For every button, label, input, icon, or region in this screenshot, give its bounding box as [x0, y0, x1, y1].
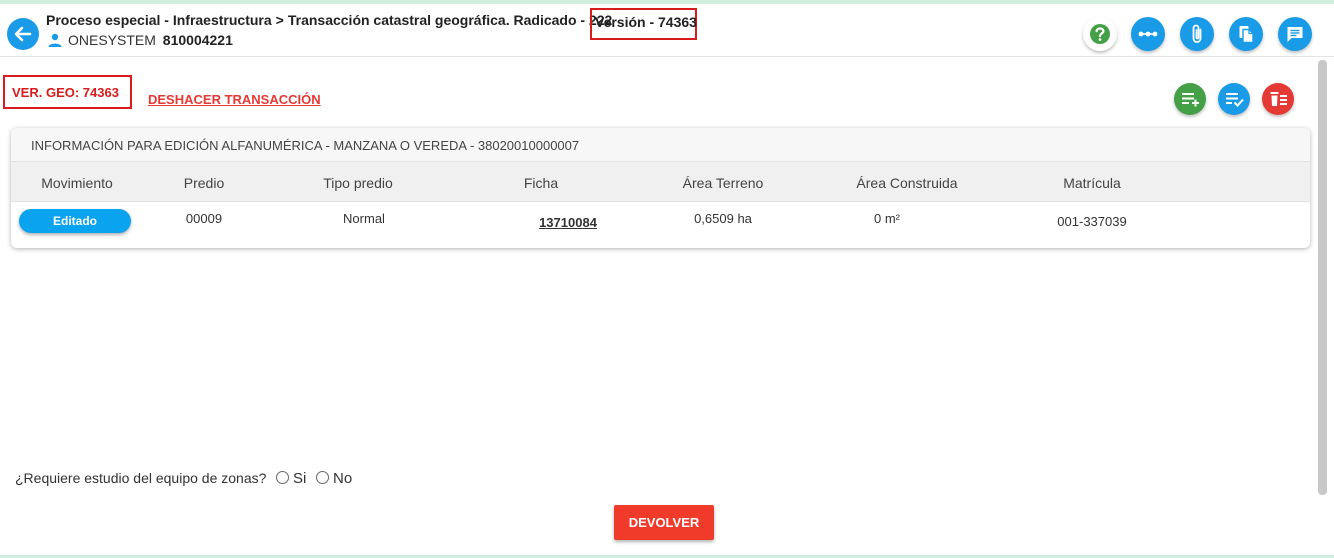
cell-predio: 00009 — [185, 211, 223, 226]
attachments-button[interactable] — [1180, 17, 1214, 51]
help-icon — [1090, 24, 1110, 44]
person-icon — [48, 33, 62, 47]
ficha-link[interactable]: 13710084 — [539, 215, 597, 230]
column-header-matricula: Matrícula — [1063, 175, 1121, 191]
breadcrumb-current: Transacción catastral geográfica. Radica… — [287, 12, 613, 28]
radio-si-label[interactable]: Si — [293, 470, 306, 487]
undo-transaction-link[interactable]: DESHACER TRANSACCIÓN — [148, 92, 321, 107]
documents-button[interactable] — [1229, 17, 1263, 51]
cell-area-construida: 0 m² — [874, 211, 900, 226]
delete-list-icon — [1270, 92, 1287, 106]
cell-area-terreno: 0,6509 ha — [694, 211, 752, 226]
breadcrumb-parent[interactable]: Proceso especial - Infraestructura — [46, 12, 272, 28]
copy-document-icon — [1239, 26, 1254, 44]
breadcrumb: Proceso especial - Infraestructura > Trans… — [46, 12, 612, 28]
more-options-button[interactable] — [1131, 17, 1165, 51]
breadcrumb-separator: > — [275, 12, 284, 28]
radio-no-label[interactable]: No — [333, 470, 352, 487]
zones-study-question: ¿Requiere estudio del equipo de zonas? — [15, 470, 267, 486]
column-header-area-construida: Área Construida — [856, 175, 958, 191]
attachment-icon — [1192, 24, 1202, 43]
checklist-icon — [1226, 93, 1244, 107]
user-info: ONESYSTEM 810004221 — [48, 32, 233, 48]
cell-matricula: 001-337039 — [1057, 214, 1127, 229]
column-header-area-terreno: Área Terreno — [682, 175, 764, 191]
radio-si[interactable] — [276, 471, 289, 484]
comment-icon — [1287, 27, 1303, 42]
cell-tipo-predio: Normal — [343, 211, 385, 226]
user-id: 810004221 — [162, 32, 233, 48]
back-button[interactable] — [7, 18, 39, 50]
column-header-ficha: Ficha — [523, 175, 559, 191]
add-to-list-icon — [1182, 93, 1199, 107]
more-horizontal-icon — [1138, 31, 1158, 37]
page-header: Proceso especial - Infraestructura > Trans… — [0, 4, 1334, 57]
arrow-left-icon — [14, 26, 32, 42]
verify-items-button[interactable] — [1218, 83, 1250, 115]
card-title: INFORMACIÓN PARA EDICIÓN ALFANUMÉRICA - … — [11, 128, 1310, 161]
help-button[interactable] — [1083, 17, 1117, 51]
table-header: Movimiento Predio Tipo predio Ficha Área… — [11, 161, 1310, 202]
movement-status-button[interactable]: Editado — [19, 209, 131, 233]
add-item-button[interactable] — [1174, 83, 1206, 115]
delete-items-button[interactable] — [1262, 83, 1294, 115]
alphanumeric-info-card: INFORMACIÓN PARA EDICIÓN ALFANUMÉRICA - … — [11, 128, 1310, 248]
column-header-movimiento: Movimiento — [41, 175, 113, 191]
return-button[interactable]: DEVOLVER — [614, 505, 714, 540]
radio-no[interactable] — [316, 471, 329, 484]
column-header-tipo-predio: Tipo predio — [323, 175, 393, 191]
page-scrollbar[interactable] — [1318, 60, 1327, 495]
table-row: Editado 00009 Normal 13710084 0,6509 ha … — [11, 202, 1310, 242]
column-header-predio: Predio — [183, 175, 225, 191]
comments-button[interactable] — [1278, 17, 1312, 51]
version-highlight: Versión - 74363 — [590, 8, 697, 40]
user-name: ONESYSTEM — [68, 32, 156, 48]
geo-version-badge: VER. GEO: 74363 — [3, 75, 132, 109]
